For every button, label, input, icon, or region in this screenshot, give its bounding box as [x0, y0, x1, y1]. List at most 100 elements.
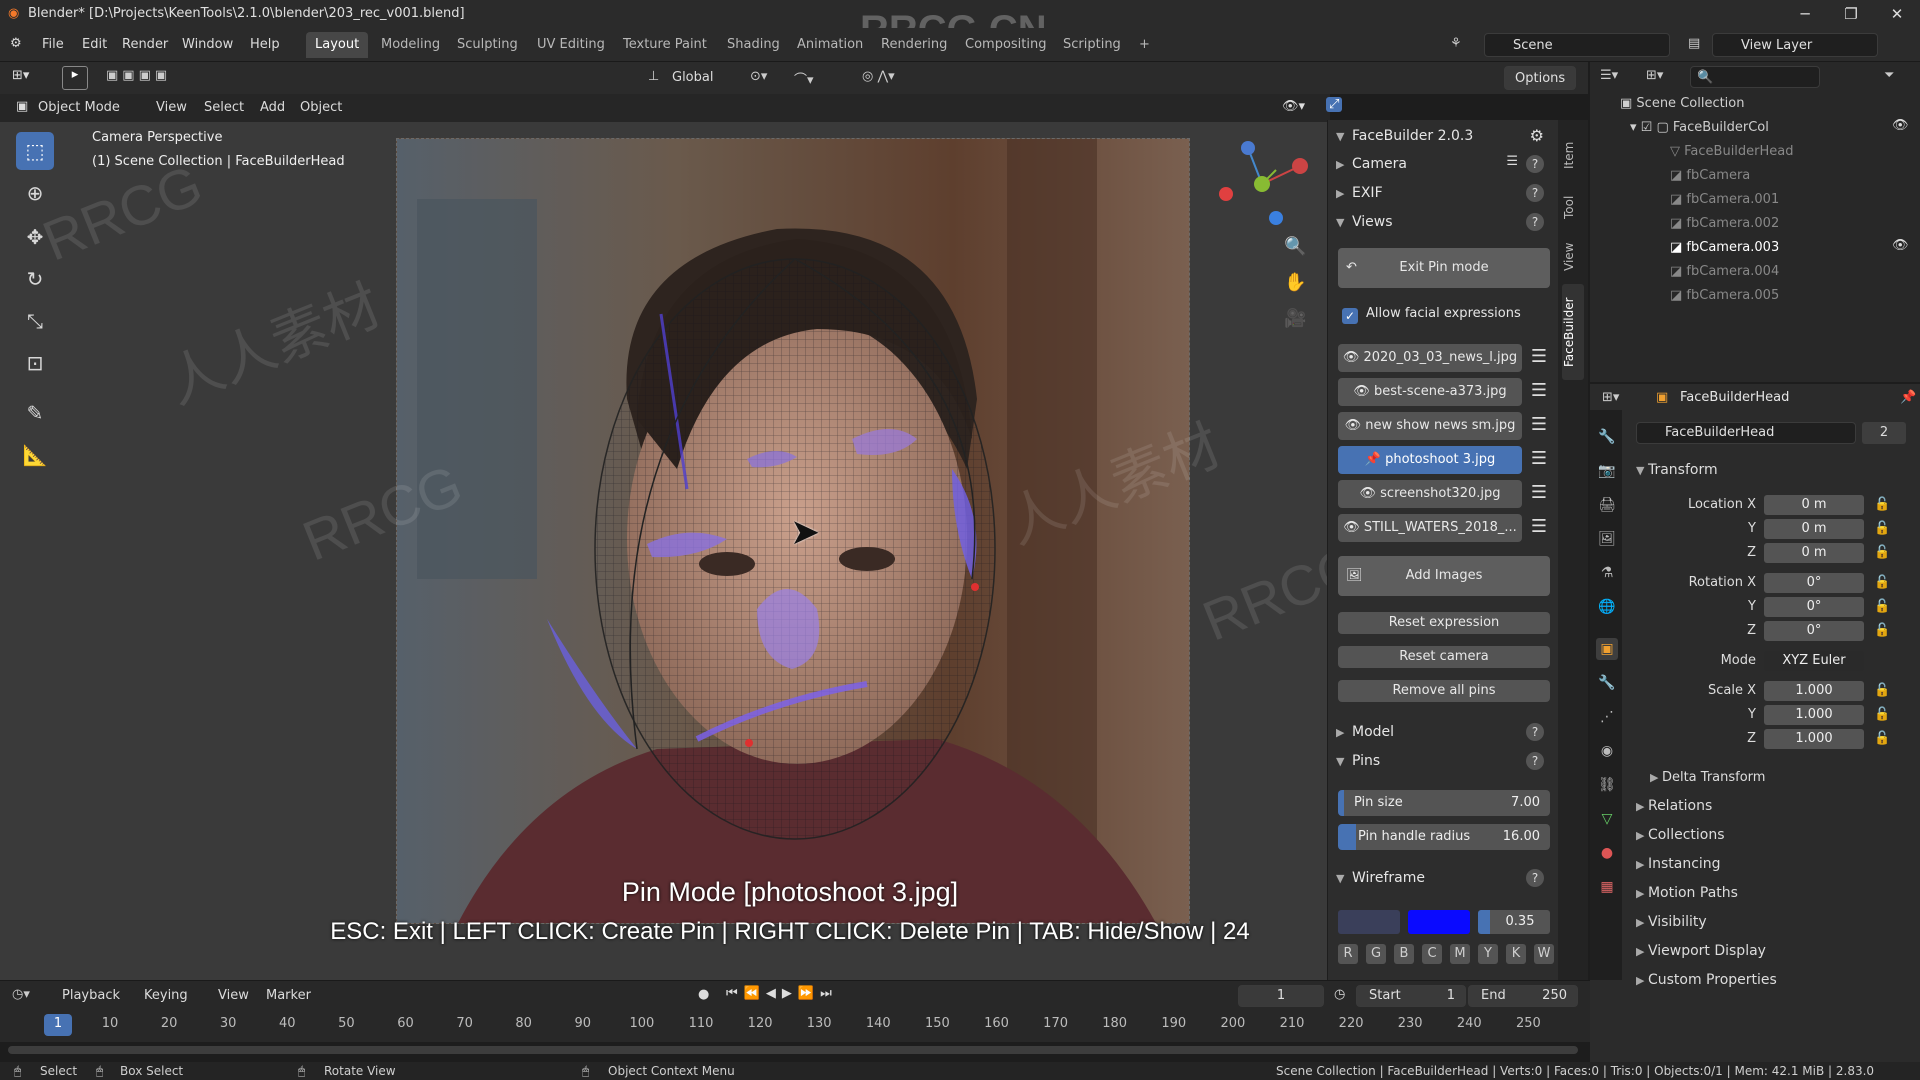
pin-icon[interactable]: 📌 [1900, 390, 1916, 405]
maximize-button[interactable]: ❐ [1828, 0, 1874, 28]
lock-icon[interactable]: 🔓 [1874, 575, 1890, 590]
menu-file[interactable]: File [36, 34, 70, 56]
orientation-icon[interactable]: ⊥ [648, 69, 659, 84]
custom-properties-section[interactable]: ▶ Custom Properties [1636, 968, 1777, 992]
options-dropdown[interactable]: Options [1504, 66, 1576, 90]
render-tab-icon[interactable]: 📷 [1596, 460, 1618, 482]
menu-keying[interactable]: Keying [140, 985, 192, 1007]
add-workspace-button[interactable]: + [1130, 32, 1159, 58]
playback-controls-icon[interactable]: ⏮⏪◀▶⏩⏭ [726, 986, 838, 1001]
menu-playback[interactable]: Playback [58, 985, 124, 1007]
remove-all-pins-button[interactable]: Remove all pins [1338, 680, 1550, 702]
outliner-row-root[interactable]: ▣ Scene Collection [1590, 92, 1920, 116]
physics-tab-icon[interactable]: ◉ [1596, 740, 1618, 762]
lock-icon[interactable]: 🔓 [1874, 599, 1890, 614]
eye-icon[interactable]: 👁 [1353, 384, 1370, 399]
lock-icon[interactable]: 🔓 [1874, 683, 1890, 698]
image-row[interactable]: 👁 STILL_WATERS_2018_... [1338, 514, 1522, 542]
image-row[interactable]: 👁 screenshot320.jpg [1338, 480, 1522, 508]
facebuilder-header[interactable]: ▼ FaceBuilder 2.0.3 [1336, 124, 1473, 148]
motion-paths-section[interactable]: ▶ Motion Paths [1636, 881, 1738, 905]
image-menu-icon[interactable]: ☰ [1526, 446, 1552, 474]
outliner-row-camera[interactable]: ◪ fbCamera.002 [1590, 212, 1920, 236]
help-icon[interactable]: ? [1526, 752, 1544, 770]
location-z-field[interactable]: 0 m [1764, 543, 1864, 563]
object-name-field[interactable]: FaceBuilderHead [1636, 422, 1856, 444]
scale-z-field[interactable]: 1.000 [1764, 729, 1864, 749]
tab-item[interactable]: Item [1562, 130, 1584, 180]
image-menu-icon[interactable]: ☰ [1526, 378, 1552, 406]
outliner-row-camera-active[interactable]: ◪ fbCamera.003 [1590, 236, 1920, 260]
outliner-row-head[interactable]: ▽ FaceBuilderHead [1590, 140, 1920, 164]
image-row[interactable]: 👁 new show news sm.jpg [1338, 412, 1522, 440]
pin-radius-slider[interactable]: Pin handle radius 16.00 [1338, 824, 1550, 850]
help-icon[interactable]: ? [1526, 723, 1544, 741]
collections-section[interactable]: ▶ Collections [1636, 823, 1725, 847]
pins-section[interactable]: ▼ Pins [1336, 749, 1380, 773]
timeline-type-icon[interactable]: ◷▾ [12, 987, 30, 1002]
pin-icon[interactable]: 📌 [1365, 452, 1381, 467]
scale-tool-icon[interactable]: ⤡ [16, 302, 54, 340]
end-frame-field[interactable]: End 250 [1468, 985, 1578, 1007]
lock-icon[interactable]: 🔓 [1874, 497, 1890, 512]
move-tool-icon[interactable]: ✥ [16, 218, 54, 256]
transform-section[interactable]: ▼ Transform [1636, 458, 1718, 482]
instancing-section[interactable]: ▶ Instancing [1636, 852, 1721, 876]
timeline-scrollbar[interactable] [8, 1046, 1578, 1054]
wire-m-button[interactable]: M [1450, 944, 1470, 964]
image-menu-icon[interactable]: ☰ [1526, 514, 1552, 542]
help-icon[interactable]: ? [1526, 155, 1544, 173]
menu-list-icon[interactable]: ☰ [1506, 154, 1518, 169]
select-mode-icons[interactable]: ▣▣▣▣ [106, 68, 171, 83]
clock-icon[interactable]: ◷ [1334, 987, 1345, 1002]
data-tab-icon[interactable]: ▽ [1596, 808, 1618, 830]
lock-icon[interactable]: 🔓 [1874, 521, 1890, 536]
view-layer-tab-icon[interactable]: 🖼 [1596, 528, 1618, 550]
relations-section[interactable]: ▶ Relations [1636, 794, 1712, 818]
menu-edit[interactable]: Edit [76, 34, 113, 56]
editor-type-icon[interactable]: ⊞▾ [12, 68, 29, 83]
start-frame-field[interactable]: Start 1 [1356, 985, 1466, 1007]
pin-size-slider[interactable]: Pin size 7.00 [1338, 790, 1550, 816]
add-images-button[interactable]: 🖼 Add Images [1338, 556, 1550, 596]
allow-expressions-checkbox[interactable]: ✓ [1342, 308, 1358, 324]
scene-icon[interactable]: ⚘ [1450, 36, 1462, 51]
proportional-icon[interactable]: ◎ ⋀▾ [862, 69, 895, 84]
filter-icon[interactable]: ⏷ [1884, 68, 1894, 83]
tab-scripting[interactable]: Scripting [1054, 32, 1130, 58]
annotate-tool-icon[interactable]: ✎ [16, 394, 54, 432]
tab-uv-editing[interactable]: UV Editing [528, 32, 614, 58]
help-icon[interactable]: ? [1526, 869, 1544, 887]
snap-icon[interactable]: ⌒▾ [794, 69, 814, 88]
texture-tab-icon[interactable]: ▦ [1596, 876, 1618, 898]
image-menu-icon[interactable]: ☰ [1526, 344, 1552, 372]
location-x-field[interactable]: 0 m [1764, 495, 1864, 515]
object-tab-icon[interactable]: ▣ [1596, 638, 1618, 660]
tab-animation[interactable]: Animation [788, 32, 872, 58]
image-menu-icon[interactable]: ☰ [1526, 480, 1552, 508]
wire-k-button[interactable]: K [1506, 944, 1526, 964]
orientation-dropdown[interactable]: Global [668, 67, 717, 89]
record-icon[interactable]: ● [698, 987, 709, 1002]
zoom-icon[interactable]: 🔍 [1284, 236, 1306, 257]
wireframe-section[interactable]: ▼ Wireframe [1336, 866, 1425, 890]
image-row[interactable]: 👁 best-scene-a373.jpg [1338, 378, 1522, 406]
menu-render[interactable]: Render [116, 34, 174, 56]
pan-hand-icon[interactable]: ✋ [1284, 272, 1306, 293]
image-row-selected[interactable]: 📌 photoshoot 3.jpg [1338, 446, 1522, 474]
object-mode-icon[interactable]: ▣ [16, 99, 28, 114]
select-tool-icon[interactable]: ▸ [62, 66, 88, 90]
menu-view[interactable]: View [152, 97, 191, 119]
scene-field[interactable]: Scene [1484, 33, 1670, 57]
material-tab-icon[interactable]: ● [1596, 842, 1618, 864]
eye-icon[interactable]: 👁 [1892, 118, 1909, 133]
wire-c-button[interactable]: C [1422, 944, 1442, 964]
user-count[interactable]: 2 [1862, 422, 1906, 444]
scene-tab-icon[interactable]: ⚗ [1596, 562, 1618, 584]
outliner-row-camera[interactable]: ◪ fbCamera.005 [1590, 284, 1920, 308]
rotation-mode-dropdown[interactable]: XYZ Euler [1764, 651, 1864, 671]
wire-opacity-field[interactable]: 0.35 [1478, 910, 1550, 934]
constraints-tab-icon[interactable]: ⛓ [1596, 774, 1618, 796]
viewport-display-section[interactable]: ▶ Viewport Display [1636, 939, 1766, 963]
transform-tool-icon[interactable]: ⊡ [16, 344, 54, 382]
